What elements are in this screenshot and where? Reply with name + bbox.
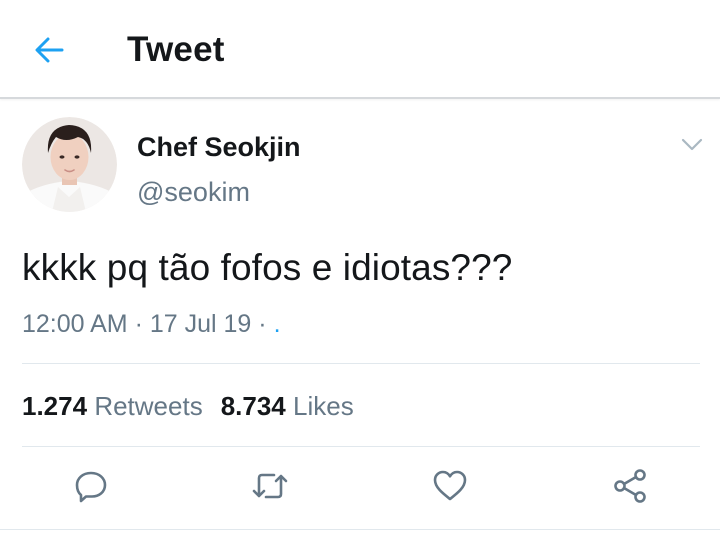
engagement-stats: 1.274 Retweets 8.734 Likes (22, 390, 354, 422)
retweet-button[interactable] (250, 466, 290, 506)
separator-dot: · (134, 310, 143, 338)
tweet-time[interactable]: 12:00 AM (22, 310, 128, 338)
share-icon (614, 469, 646, 503)
heart-icon (433, 470, 467, 501)
arrow-left-icon (35, 37, 64, 63)
tweet-source-link[interactable]: . (274, 310, 281, 338)
tweet-text: kkkk pq tão fofos e idiotas??? (22, 247, 513, 288)
chevron-down-icon (681, 138, 703, 151)
avatar[interactable] (22, 117, 117, 212)
reply-button[interactable] (71, 466, 111, 506)
retweets-stat[interactable]: 1.274 Retweets (22, 391, 203, 421)
profile-photo (22, 117, 117, 212)
retweets-label: Retweets (94, 391, 203, 421)
divider (22, 363, 700, 364)
author-display-name[interactable]: Chef Seokjin (137, 131, 301, 163)
share-button[interactable] (610, 466, 650, 506)
back-button[interactable] (30, 31, 68, 69)
page-title: Tweet (127, 30, 225, 69)
divider (22, 446, 700, 447)
tweet-timestamp: 12:00 AM · 17 Jul 19 · . (22, 309, 281, 339)
likes-stat[interactable]: 8.734 Likes (221, 391, 354, 421)
retweets-count: 1.274 (22, 391, 88, 421)
divider (0, 529, 720, 530)
like-button[interactable] (430, 466, 470, 506)
retweet-icon (252, 473, 288, 499)
likes-label: Likes (293, 391, 354, 421)
top-app-bar: Tweet (0, 0, 720, 99)
likes-count: 8.734 (220, 391, 286, 421)
more-options-button[interactable] (676, 132, 708, 158)
reply-icon (75, 471, 107, 503)
tweet-date[interactable]: 17 Jul 19 (150, 310, 251, 338)
author-handle[interactable]: @seokim (137, 176, 250, 208)
separator-dot: · (258, 310, 267, 338)
